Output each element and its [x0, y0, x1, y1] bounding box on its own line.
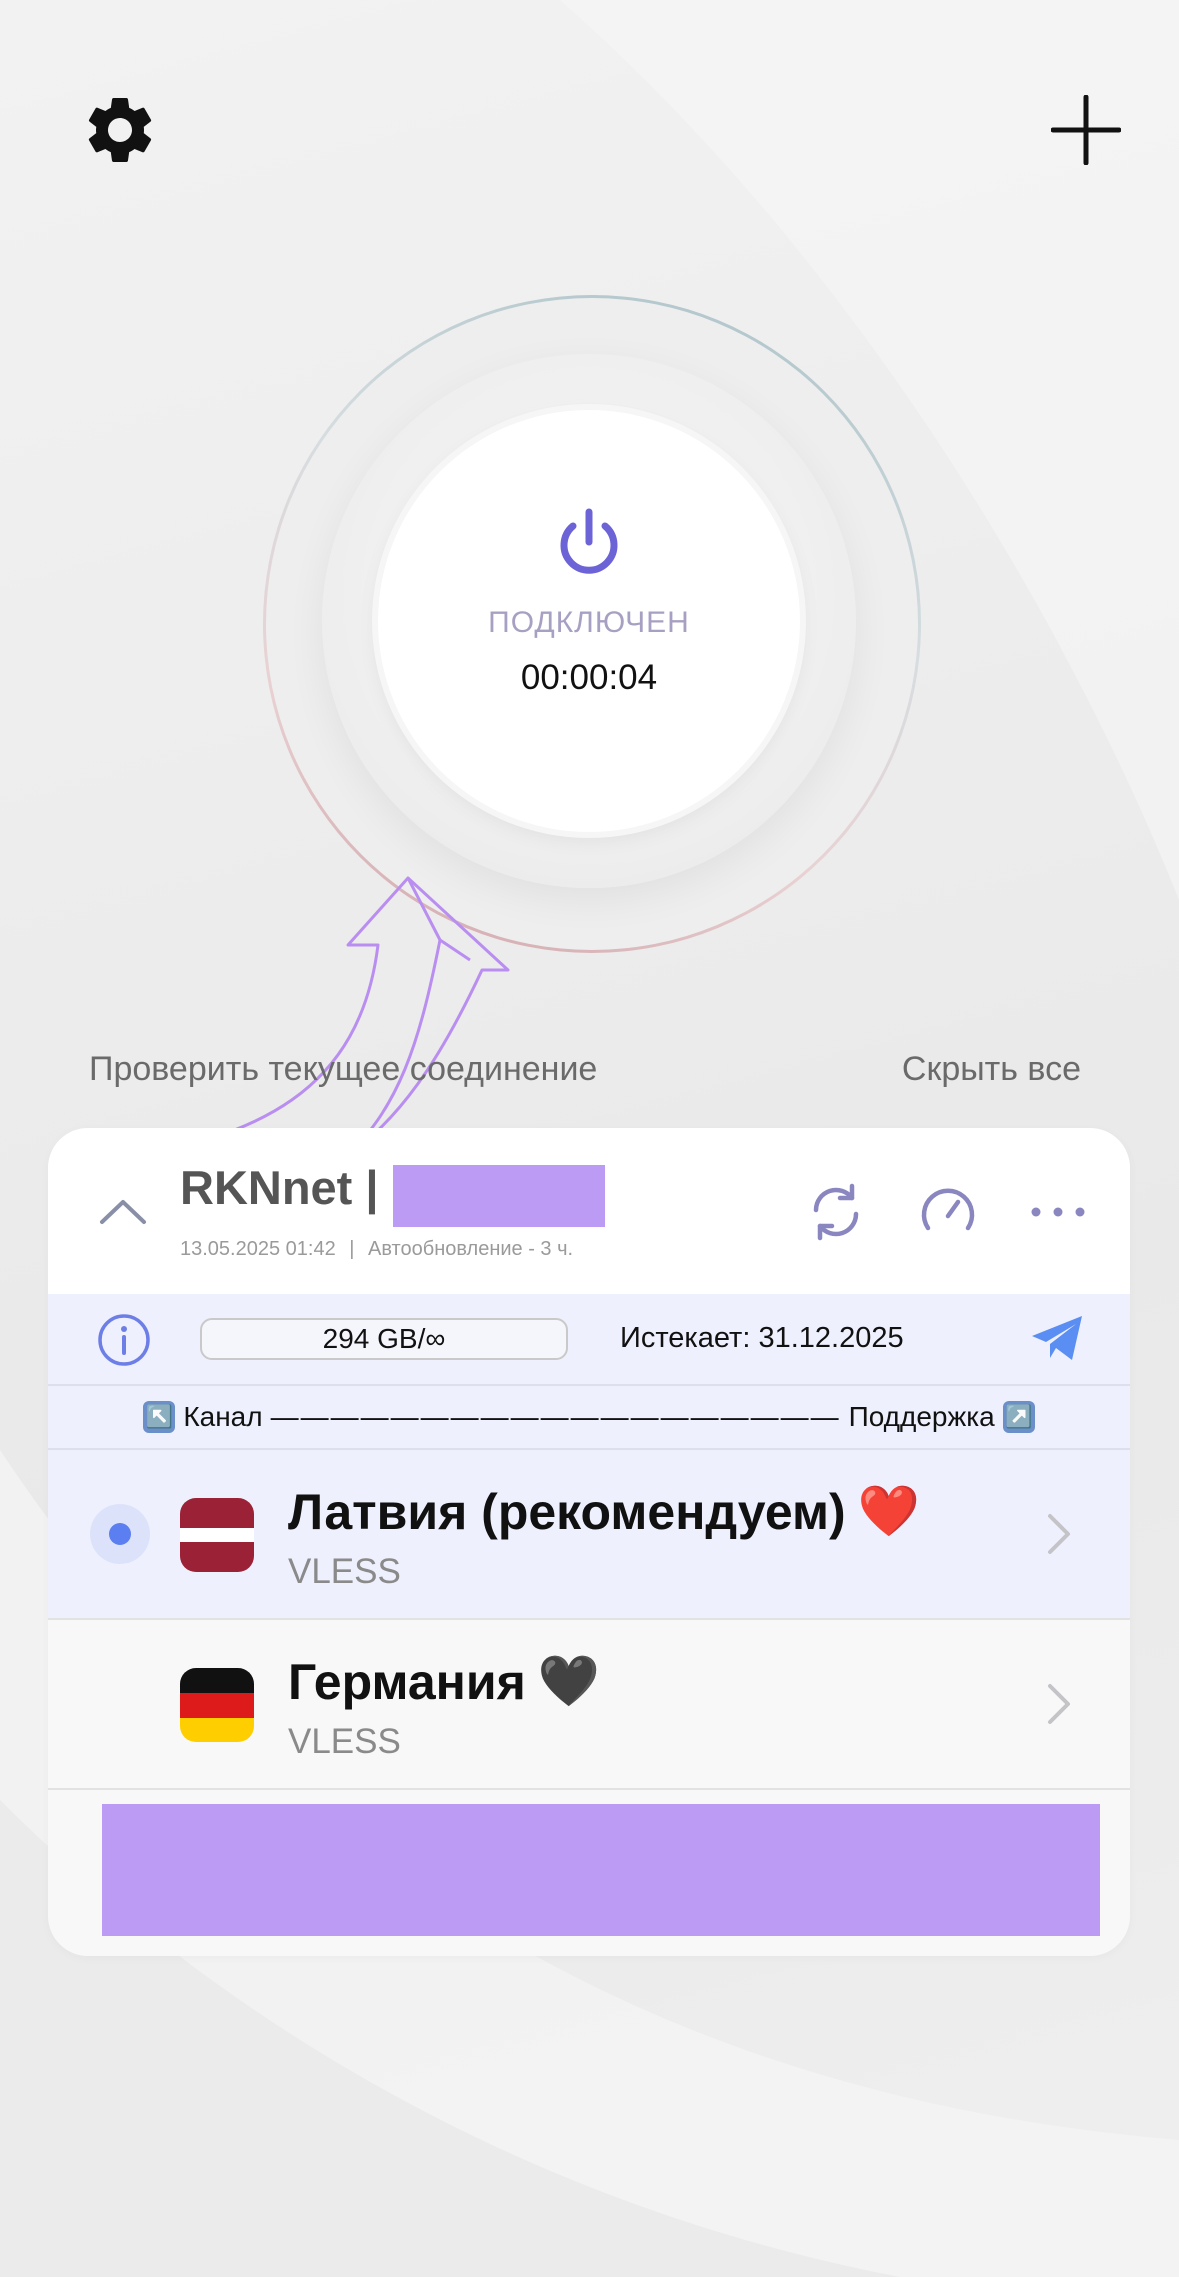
update-time: 13.05.2025 01:42 [180, 1238, 336, 1260]
traffic-usage: 294 GB/∞ [200, 1318, 568, 1360]
server-name: Латвия (рекомендуем) ❤️ [288, 1482, 920, 1541]
info-icon[interactable] [96, 1312, 152, 1368]
server-name-text: Латвия (рекомендуем) [288, 1483, 846, 1540]
speedometer-icon[interactable] [916, 1180, 980, 1244]
arrow-up-right-icon: ↗️ [1002, 1401, 1035, 1433]
server-row-latvia[interactable]: Латвия (рекомендуем) ❤️ VLESS [48, 1450, 1130, 1620]
divider-dashes: ——————————————————— [270, 1401, 841, 1432]
server-name: Германия 🖤 [288, 1652, 600, 1711]
redacted-block [102, 1804, 1100, 1936]
latvia-flag-icon [180, 1498, 254, 1572]
heart-black-icon: 🖤 [537, 1653, 601, 1709]
germany-flag-icon [180, 1668, 254, 1742]
server-row-germany[interactable]: Германия 🖤 VLESS [48, 1620, 1130, 1790]
subscription-card: RKNnet | 13.05.2025 01:42 | Автообновлен… [48, 1128, 1130, 1956]
refresh-icon[interactable] [804, 1180, 868, 1244]
channel-support-row: ↖️ Канал ——————————————————— Поддержка ↗… [48, 1386, 1130, 1450]
server-protocol: VLESS [288, 1722, 401, 1761]
server-name-text: Германия [288, 1653, 526, 1710]
chevron-right-icon[interactable] [1046, 1510, 1072, 1558]
selected-radio[interactable] [90, 1504, 150, 1564]
check-connection-link[interactable]: Проверить текущее соединение [89, 1050, 597, 1089]
subscription-name: RKNnet | [180, 1161, 379, 1214]
chevron-right-icon[interactable] [1046, 1680, 1072, 1728]
annotation-arrow [98, 876, 510, 1164]
telegram-icon[interactable] [1030, 1314, 1086, 1364]
subscription-header: RKNnet | 13.05.2025 01:42 | Автообновлен… [48, 1128, 1130, 1294]
server-protocol: VLESS [288, 1552, 401, 1591]
auto-update-text: Автообновление - 3 ч. [368, 1238, 574, 1260]
chevron-up-icon[interactable] [96, 1194, 150, 1228]
channel-link[interactable]: Канал [183, 1401, 262, 1433]
hide-all-link[interactable]: Скрыть все [902, 1050, 1081, 1089]
subscription-meta: 13.05.2025 01:42 | Автообновление - 3 ч. [180, 1238, 573, 1261]
redacted-block [393, 1165, 605, 1227]
support-link[interactable]: Поддержка [849, 1401, 995, 1433]
heart-red-icon: ❤️ [857, 1483, 920, 1539]
meta-separator: | [349, 1238, 355, 1260]
subscription-info-band: 294 GB/∞ Истекает: 31.12.2025 [48, 1294, 1130, 1386]
more-icon[interactable] [1026, 1180, 1090, 1244]
expiry-date: Истекает: 31.12.2025 [620, 1322, 904, 1354]
arrow-up-left-icon: ↖️ [143, 1401, 176, 1433]
